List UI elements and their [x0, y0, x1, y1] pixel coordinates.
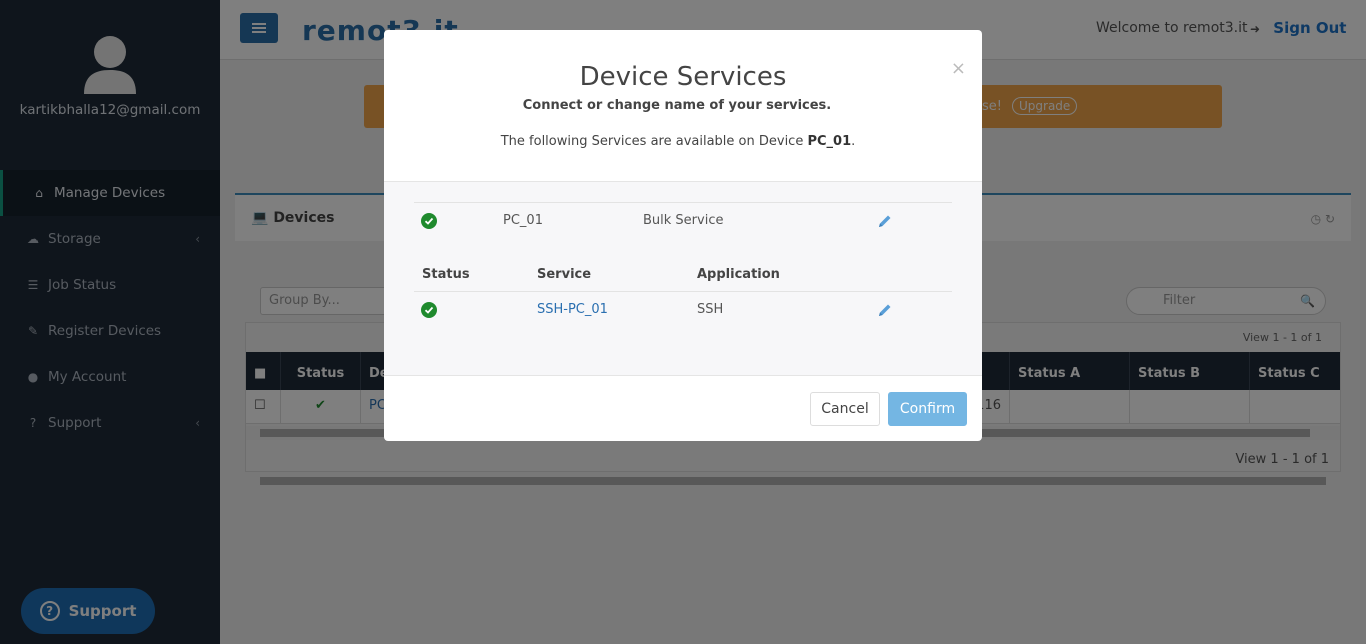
header-service: Service — [537, 267, 592, 282]
modal-subtitle: Connect or change name of your services. — [522, 98, 832, 113]
pencil-icon[interactable] — [877, 213, 893, 229]
header-status: Status — [422, 267, 470, 282]
divider — [414, 291, 952, 292]
check-circle-icon — [421, 213, 437, 229]
confirm-button[interactable]: Confirm — [888, 392, 967, 426]
check-circle-icon — [421, 302, 437, 318]
device-name: PC_01 — [807, 134, 852, 149]
device-services-modal: × Device Services Connect or change name… — [384, 30, 982, 441]
bulk-device-name: PC_01 — [503, 213, 543, 228]
avail-prefix: The following Services are available on … — [500, 134, 808, 149]
modal-availability-text: The following Services are available on … — [384, 134, 972, 149]
cancel-button[interactable]: Cancel — [810, 392, 880, 426]
divider — [414, 202, 952, 203]
service-link[interactable]: SSH-PC_01 — [537, 302, 608, 317]
avail-suffix: . — [851, 134, 856, 149]
service-application: SSH — [697, 302, 724, 317]
bulk-application: Bulk Service — [643, 213, 724, 228]
modal-title: Device Services — [579, 62, 787, 92]
modal-body: PC_01 Bulk Service Status Service Applic… — [384, 181, 982, 376]
pencil-icon[interactable] — [877, 302, 893, 318]
header-application: Application — [697, 267, 780, 282]
